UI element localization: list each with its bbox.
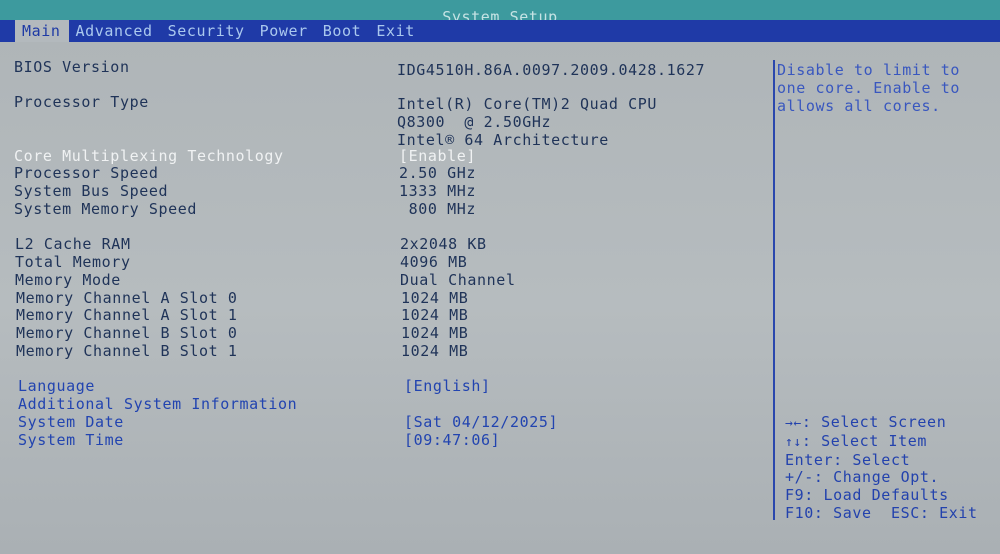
channel-b-slot1-value: 1024 MB	[401, 342, 469, 360]
system-date-value[interactable]: [Sat 04/12/2025]	[404, 413, 558, 431]
system-date-label[interactable]: System Date	[18, 413, 124, 431]
tab-security[interactable]: Security	[161, 20, 253, 42]
system-time-label[interactable]: System Time	[18, 431, 124, 449]
key-action: : Load Defaults	[804, 486, 949, 505]
language-label[interactable]: Language	[18, 377, 95, 395]
channel-b-slot0-value: 1024 MB	[401, 324, 469, 342]
total-memory-label: Total Memory	[15, 253, 131, 271]
bios-screen: System Setup Main Advanced Security Powe…	[0, 0, 1000, 554]
tab-boot[interactable]: Boot	[316, 20, 370, 42]
memory-mode-value: Dual Channel	[400, 271, 516, 289]
key-legend-row: ↑↓: Select Item	[785, 431, 978, 452]
key-action: : Change Opt.	[813, 468, 940, 487]
system-memory-speed-value: 800 MHz	[399, 200, 477, 218]
core-multiplexing-label[interactable]: Core Multiplexing Technology	[14, 147, 284, 165]
bios-version-value: IDG4510H.86A.0097.2009.0428.1627	[397, 61, 706, 79]
left-right-arrows-icon: →←	[785, 416, 802, 431]
tab-power[interactable]: Power	[253, 20, 316, 42]
menu-bar: Main Advanced Security Power Boot Exit	[0, 20, 1000, 42]
help-text: Disable to limit to one core. Enable to al…	[777, 61, 992, 115]
key-name: F10	[785, 503, 814, 522]
channel-b-slot0-label: Memory Channel B Slot 0	[16, 324, 238, 342]
key-name: +/-	[785, 468, 814, 487]
system-bus-speed-label: System Bus Speed	[14, 182, 169, 200]
channel-b-slot1-label: Memory Channel B Slot 1	[16, 342, 238, 360]
help-line: one core. Enable to	[777, 79, 960, 97]
l2-cache-value: 2x2048 KB	[400, 235, 487, 253]
key-legend-row: →←: Select Screen	[785, 413, 978, 433]
key-action: : Save ESC: Exit	[813, 503, 978, 522]
title-bar: System Setup	[0, 0, 1000, 20]
channel-a-slot1-label: Memory Channel A Slot 1	[16, 306, 238, 324]
channel-a-slot1-value: 1024 MB	[401, 306, 469, 324]
tab-exit[interactable]: Exit	[369, 20, 423, 42]
tab-main[interactable]: Main	[15, 20, 69, 42]
channel-a-slot0-label: Memory Channel A Slot 0	[16, 289, 238, 307]
help-line: Disable to limit to	[777, 61, 960, 79]
key-legend-row: F9: Load Defaults	[785, 486, 978, 505]
l2-cache-label: L2 Cache RAM	[15, 235, 131, 253]
window-title: System Setup	[442, 8, 558, 20]
key-legend-row: Enter: Select	[785, 450, 978, 470]
processor-type-value-line2: Q8300 @ 2.50GHz	[397, 113, 552, 131]
additional-info-label[interactable]: Additional System Information	[18, 395, 297, 413]
system-bus-speed-value: 1333 MHz	[399, 182, 477, 200]
system-memory-speed-label: System Memory Speed	[14, 200, 197, 218]
tab-advanced[interactable]: Advanced	[69, 20, 161, 42]
total-memory-value: 4096 MB	[400, 253, 468, 271]
language-value[interactable]: [English]	[404, 377, 491, 395]
processor-type-value-line1: Intel(R) Core(TM)2 Quad CPU	[397, 95, 658, 113]
help-panel-divider	[773, 60, 775, 520]
key-legend-row: F10: Save ESC: Exit	[785, 503, 978, 523]
key-legend-row: +/-: Change Opt.	[785, 468, 978, 487]
key-name: Enter	[785, 450, 834, 469]
channel-a-slot0-value: 1024 MB	[401, 289, 469, 307]
key-action: : Select Screen	[801, 413, 947, 431]
key-action: : Select	[833, 450, 911, 469]
bios-version-label: BIOS Version	[14, 58, 130, 76]
core-multiplexing-value[interactable]: [Enable]	[399, 147, 476, 165]
memory-mode-label: Memory Mode	[15, 271, 121, 289]
system-time-value[interactable]: [09:47:06]	[404, 431, 500, 449]
key-name: F9	[785, 486, 805, 505]
key-legend: →←: Select Screen ↑↓: Select Item Enter: S…	[785, 413, 978, 523]
up-down-arrows-icon: ↑↓	[785, 434, 802, 450]
help-line: allows all cores.	[777, 97, 941, 115]
key-action: : Select Item	[801, 431, 928, 450]
processor-type-label: Processor Type	[14, 93, 149, 111]
processor-speed-value: 2.50 GHz	[399, 164, 477, 182]
processor-speed-label: Processor Speed	[14, 164, 159, 182]
